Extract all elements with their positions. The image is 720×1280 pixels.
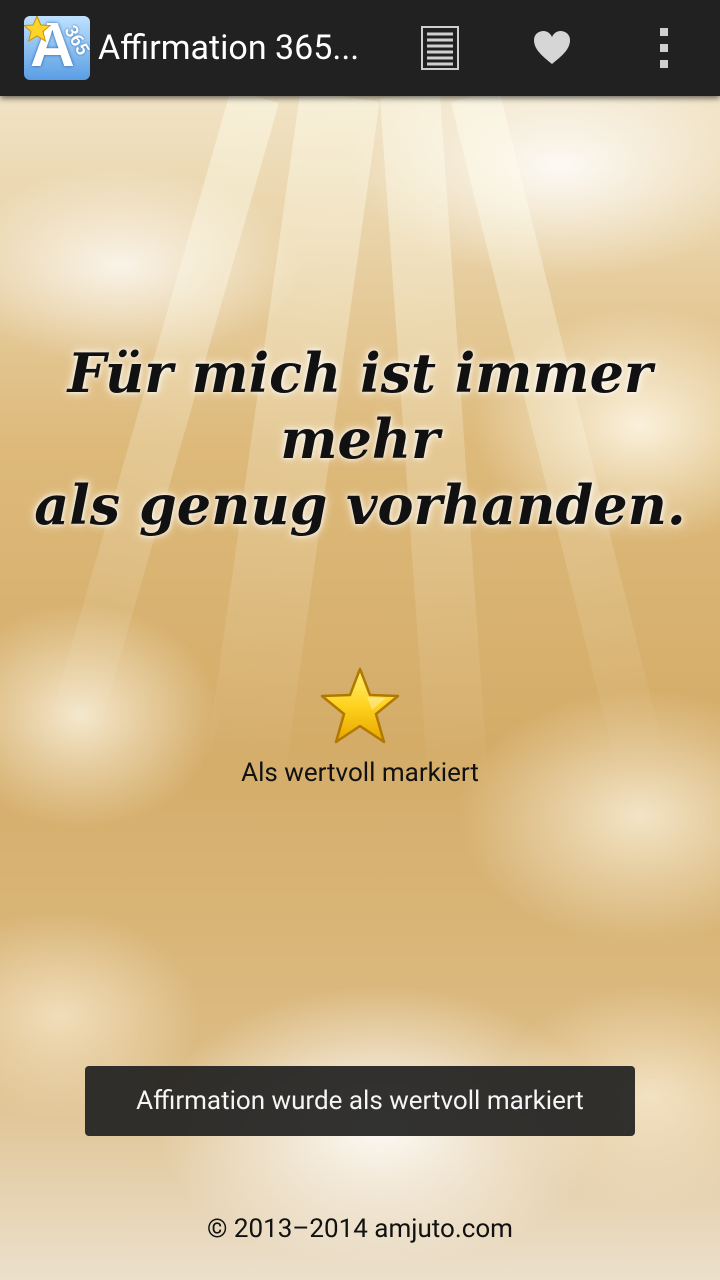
list-icon [421, 26, 459, 70]
list-button[interactable] [392, 0, 488, 96]
app-title: Affirmation 365... [98, 28, 360, 68]
action-bar: A 365 Affirmation 365... [0, 0, 720, 96]
copyright-footer[interactable]: © 2013–2014 amjuto.com [0, 1214, 720, 1244]
affirmation-line: als genug vorhanden. [34, 473, 686, 537]
affirmation-line: Für mich ist immer mehr [67, 341, 653, 471]
star-icon [24, 16, 52, 43]
overflow-menu-button[interactable] [616, 0, 712, 96]
app-logo[interactable]: A 365 [24, 16, 90, 80]
toast-text: Affirmation wurde als wertvoll markiert [136, 1086, 584, 1116]
heart-icon [534, 31, 570, 64]
toast-message: Affirmation wurde als wertvoll markiert [85, 1066, 635, 1136]
affirmation-text: Für mich ist immer mehr als genug vorhan… [20, 340, 700, 538]
favorite-status-label: Als wertvoll markiert [241, 758, 479, 788]
favorites-button[interactable] [504, 0, 600, 96]
star-icon[interactable] [318, 666, 402, 746]
overflow-menu-icon [660, 28, 668, 68]
